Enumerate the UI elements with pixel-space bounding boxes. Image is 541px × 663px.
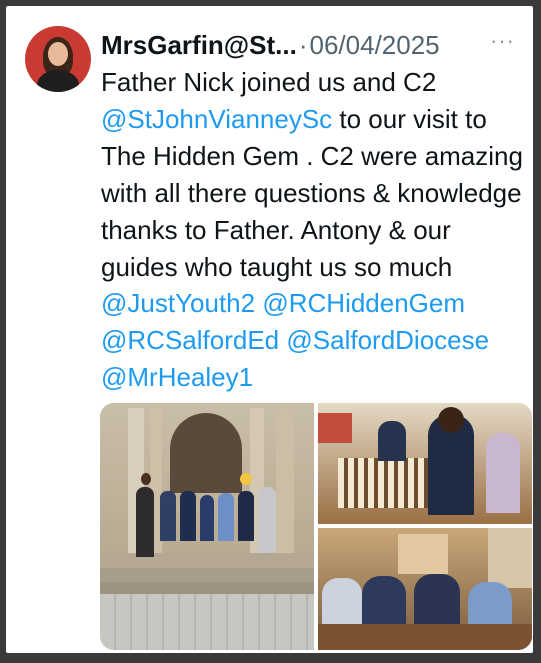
author-display-name[interactable]: MrsGarfin@St... [101, 30, 297, 61]
group-on-church-steps-photo[interactable] [100, 403, 314, 650]
mention-mrhealey1[interactable]: @MrHealey1 [101, 362, 253, 392]
tweet-text: Father Nick joined us and C2 @StJohnVian… [101, 64, 533, 396]
mention-justyouth2[interactable]: @JustYouth2 [101, 288, 255, 318]
mention-rchiddengem[interactable]: @RCHiddenGem [262, 288, 465, 318]
header-separator: · [298, 29, 308, 60]
pupils-in-pews-photo[interactable] [318, 528, 532, 650]
media-grid [100, 403, 532, 650]
tweet-text-part-1: Father Nick joined us and C2 [101, 67, 437, 97]
tweet-header: MrsGarfin@St... · 06/04/2025 ··· [101, 28, 519, 62]
tweet-date[interactable]: 06/04/2025 [310, 30, 440, 61]
author-avatar[interactable] [25, 26, 91, 92]
mention-salforddiocese[interactable]: @SalfordDiocese [286, 325, 489, 355]
mention-rcsalforded[interactable]: @RCSalfordEd [101, 325, 279, 355]
tweet-card[interactable]: MrsGarfin@St... · 06/04/2025 ··· Father … [6, 6, 533, 653]
more-options-icon[interactable]: ··· [490, 28, 515, 54]
lighting-candles-photo[interactable] [318, 403, 532, 524]
mention-stjohnvianneysc[interactable]: @StJohnVianneySc [101, 104, 332, 134]
